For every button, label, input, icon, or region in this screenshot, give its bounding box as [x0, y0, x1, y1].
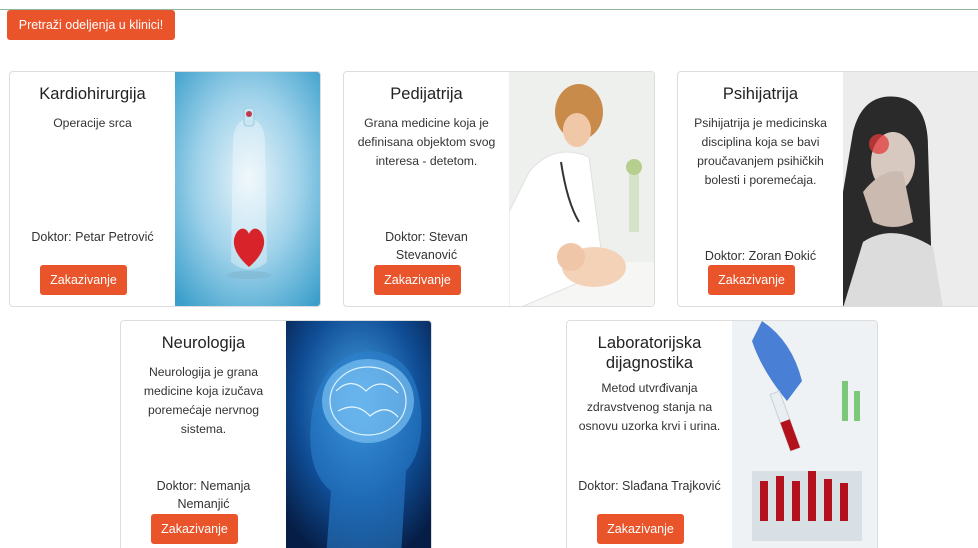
card-doctor: Doktor: Petar Petrović — [31, 230, 154, 244]
card-info: Psihijatrija Psihijatrija je medicinska … — [678, 72, 843, 306]
blood-test-tubes-photo — [732, 321, 877, 548]
card-doctor: Doktor: Slađana Trajković — [578, 479, 721, 493]
card-title: Laboratorijska dijagnostika — [597, 334, 702, 372]
doctor-examining-baby-photo — [509, 72, 654, 306]
card-title: Neurologija — [161, 334, 246, 352]
search-departments-button[interactable]: Pretraži odeljenja u klinici! — [7, 10, 175, 40]
department-card-neurologija: Neurologija Neurologija je grana medicin… — [120, 320, 432, 548]
card-info: Pedijatrija Grana medicine koja je defin… — [344, 72, 509, 306]
card-info: Neurologija Neurologija je grana medicin… — [121, 321, 286, 548]
department-card-pedijatrija: Pedijatrija Grana medicine koja je defin… — [343, 71, 655, 307]
card-description: Grana medicine koja je definisana objekt… — [357, 116, 496, 168]
card-doctor: Doktor: Zoran Đokić — [704, 249, 817, 263]
card-title: Psihijatrija — [722, 85, 799, 103]
appointment-button[interactable]: Zakazivanje — [708, 265, 795, 295]
card-description: Metod utvrđivanja zdravstvenog stanja na… — [578, 381, 721, 433]
department-card-kardiohirurgija: Kardiohirurgija Operacije srca Doktor: P… — [9, 71, 321, 307]
appointment-button[interactable]: Zakazivanje — [40, 265, 127, 295]
department-card-laboratorijska-dijagnostika: Laboratorijska dijagnostika Metod utvrđi… — [566, 320, 878, 548]
woman-headache-photo — [843, 72, 978, 306]
card-doctor: Doktor: Stevan Stevanović — [385, 230, 468, 262]
appointment-button[interactable]: Zakazivanje — [151, 514, 238, 544]
card-info: Kardiohirurgija Operacije srca Doktor: P… — [10, 72, 175, 306]
card-doctor: Doktor: Nemanja Nemanjić — [156, 479, 251, 511]
card-description: Neurologija je grana medicine koja izuča… — [143, 365, 264, 436]
heart-in-bottle-photo — [175, 72, 320, 306]
department-card-psihijatrija: Psihijatrija Psihijatrija je medicinska … — [677, 71, 978, 307]
card-info: Laboratorijska dijagnostika Metod utvrđi… — [567, 321, 732, 548]
card-title: Pedijatrija — [390, 85, 463, 103]
card-title: Kardiohirurgija — [39, 85, 146, 103]
glowing-brain-photo — [286, 321, 431, 548]
appointment-button[interactable]: Zakazivanje — [374, 265, 461, 295]
card-description: Psihijatrija je medicinska disciplina ko… — [694, 116, 827, 187]
card-description: Operacije srca — [53, 116, 132, 130]
appointment-button[interactable]: Zakazivanje — [597, 514, 684, 544]
